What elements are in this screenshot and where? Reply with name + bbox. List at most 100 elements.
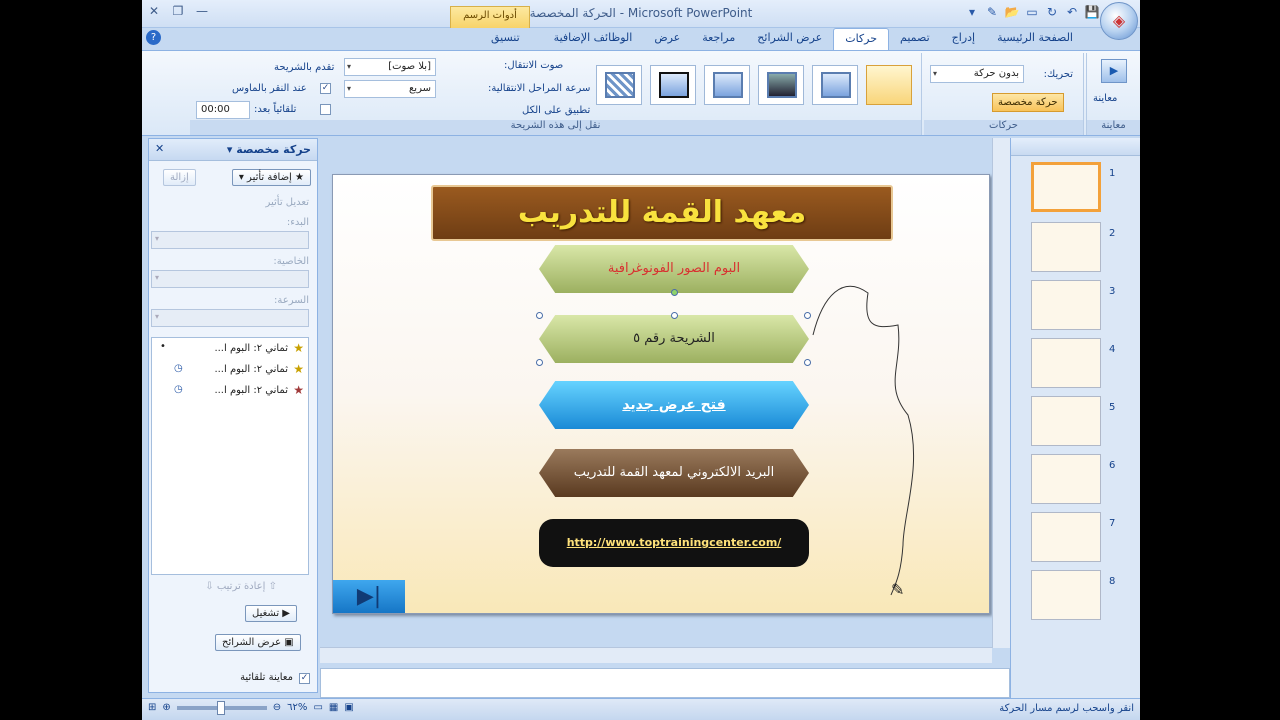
save-icon[interactable]: 💾 xyxy=(1084,5,1100,21)
slide-editor: معهد القمة للتدريب البوم الصور الفونوغرا… xyxy=(320,138,1010,663)
redo-icon[interactable]: ↻ xyxy=(1044,5,1060,21)
tab-animations[interactable]: حركات xyxy=(833,28,890,50)
email-button[interactable]: البريد الالكتروني لمعهد القمة للتدريب xyxy=(539,449,809,497)
undo-icon[interactable]: ↶ xyxy=(1064,5,1080,21)
transition-fade-thumb[interactable] xyxy=(812,65,858,105)
customize-qat-icon[interactable]: ▾ xyxy=(964,5,980,21)
animations-group-label: حركات xyxy=(924,120,1083,135)
apply-to-all-button[interactable]: تطبيق على الكل xyxy=(522,105,590,116)
slide-thumbnail[interactable] xyxy=(1031,338,1101,388)
transition-dissolve-thumb[interactable] xyxy=(596,65,642,105)
tab-addins[interactable]: الوظائف الإضافية xyxy=(543,28,644,50)
zoom-level[interactable]: ٦٢% xyxy=(287,702,307,713)
preview-icon[interactable]: ▶ xyxy=(1101,59,1127,83)
format-painter-icon[interactable]: ✎ xyxy=(984,5,1000,21)
transition-speed-combo[interactable]: سريع ▾ xyxy=(344,80,436,98)
reorder-label: إعادة ترتيب xyxy=(216,581,266,592)
horizontal-scrollbar[interactable] xyxy=(320,647,992,663)
remove-effect-button[interactable]: إزالة xyxy=(163,169,196,186)
open-icon[interactable]: 📂 xyxy=(1004,5,1020,21)
transition-fade-black-thumb[interactable] xyxy=(758,65,804,105)
slide-thumbnail[interactable] xyxy=(1031,396,1101,446)
new-icon[interactable]: ▭ xyxy=(1024,5,1040,21)
slideshow-view-icon[interactable]: ▭ xyxy=(313,702,322,713)
tab-insert[interactable]: إدراج xyxy=(941,28,986,50)
slide-five-button[interactable]: الشريحة رقم ٥ xyxy=(539,315,809,363)
animate-label: تحريك: xyxy=(1043,69,1073,80)
slideshow-label: عرض الشرائح xyxy=(222,637,282,648)
list-item[interactable]: ★ ثماني ٢: البوم ا... • xyxy=(152,338,308,359)
tab-format[interactable]: تنسيق xyxy=(480,28,531,50)
transition-group: صوت الانتقال: [بلا صوت] ▾ سرعة المراحل ال… xyxy=(190,53,922,135)
website-link[interactable]: http://www.toptrainingcenter.com/ xyxy=(539,519,809,567)
slide-number: 2 xyxy=(1109,228,1116,239)
list-item[interactable]: ★ ثماني ٢: البوم ا... ◷ xyxy=(152,359,308,380)
task-pane-header: حركة مخصصة ▾ ✕ xyxy=(149,139,317,161)
next-slide-button[interactable]: ▶| xyxy=(333,580,405,613)
remove-label: إزالة xyxy=(170,172,189,183)
tab-review[interactable]: مراجعة xyxy=(691,28,746,50)
transition-none-thumb[interactable] xyxy=(866,65,912,105)
transition-icon xyxy=(659,72,689,98)
custom-animation-pane: حركة مخصصة ▾ ✕ ★ إضافة تأثير ▾ إزالة تعد… xyxy=(148,138,318,693)
animate-combo[interactable]: بدون حركة ▾ xyxy=(930,65,1024,83)
transition-sound-combo[interactable]: [بلا صوت] ▾ xyxy=(344,58,436,76)
slide-number: 6 xyxy=(1109,460,1116,471)
resize-handle[interactable] xyxy=(671,312,678,319)
slide-thumbnail[interactable] xyxy=(1031,570,1101,620)
close-window-icon[interactable]: ✕ xyxy=(144,4,164,22)
slideshow-button[interactable]: ▣ عرض الشرائح xyxy=(215,634,301,651)
close-pane-icon[interactable]: ✕ xyxy=(155,142,164,155)
zoom-thumb[interactable] xyxy=(216,700,225,715)
fit-window-icon[interactable]: ⊞ xyxy=(148,702,156,713)
slide-thumbnail[interactable] xyxy=(1031,280,1101,330)
zoom-in-icon[interactable]: ⊕ xyxy=(162,702,170,713)
transition-icon xyxy=(605,72,635,98)
zoom-out-icon[interactable]: ⊖ xyxy=(273,702,281,713)
motion-path[interactable] xyxy=(803,285,953,605)
reorder-control[interactable]: ⇧ إعادة ترتيب ⇩ xyxy=(205,581,277,592)
drawing-tools-context-tab[interactable]: أدوات الرسم xyxy=(450,6,530,28)
slide-canvas[interactable]: معهد القمة للتدريب البوم الصور الفونوغرا… xyxy=(332,174,990,614)
autopreview-label: معاينة تلقائية xyxy=(240,672,293,683)
property-select[interactable]: ▾ xyxy=(151,270,309,288)
speed-select[interactable]: ▾ xyxy=(151,309,309,327)
bullet-icon: • xyxy=(160,341,166,352)
property-label: الخاصية: xyxy=(273,256,309,267)
photo-album-button[interactable]: البوم الصور الفونوغرافية xyxy=(539,245,809,293)
tab-view[interactable]: عرض xyxy=(643,28,691,50)
list-item[interactable]: ★ ثماني ٢: البوم ا... ◷ xyxy=(152,380,308,401)
slide-thumbnail[interactable] xyxy=(1031,222,1101,272)
custom-animation-button[interactable]: حركة مخصصة xyxy=(992,93,1064,112)
start-select[interactable]: ▾ xyxy=(151,231,309,249)
tab-design[interactable]: تصميم xyxy=(889,28,941,50)
minimize-window-icon[interactable]: — xyxy=(192,4,212,22)
auto-after-time[interactable]: 00:00 xyxy=(196,101,250,119)
vertical-scrollbar[interactable] xyxy=(992,138,1010,648)
sorter-view-icon[interactable]: ▦ xyxy=(329,702,338,713)
normal-view-icon[interactable]: ▣ xyxy=(344,702,353,713)
resize-handle[interactable] xyxy=(536,312,543,319)
zoom-slider[interactable] xyxy=(176,700,267,715)
slide-thumbnail[interactable] xyxy=(1031,162,1101,212)
resize-handle[interactable] xyxy=(536,359,543,366)
play-button[interactable]: ▶ تشغيل xyxy=(245,605,297,622)
slide-thumbnail[interactable] xyxy=(1031,512,1101,562)
slides-pane-tabs[interactable] xyxy=(1011,138,1140,156)
notes-pane[interactable] xyxy=(320,668,1010,698)
title-banner[interactable]: معهد القمة للتدريب xyxy=(431,185,893,241)
slide-thumbnail[interactable] xyxy=(1031,454,1101,504)
tab-home[interactable]: الصفحة الرئيسية xyxy=(986,28,1084,50)
autopreview-checkbox[interactable]: ✓ xyxy=(299,673,310,684)
transition-cut-black-thumb[interactable] xyxy=(650,65,696,105)
transition-cut-thumb[interactable] xyxy=(704,65,750,105)
rotate-handle[interactable] xyxy=(671,289,678,296)
open-new-show-button[interactable]: فتح عرض جديد xyxy=(539,381,809,429)
restore-window-icon[interactable]: ❐ xyxy=(168,4,188,22)
slides-pane: 1 2 3 4 5 6 7 8 xyxy=(1010,138,1140,698)
auto-after-checkbox[interactable] xyxy=(320,104,331,115)
preview-button[interactable]: معاينة xyxy=(1093,93,1117,104)
tab-slideshow[interactable]: عرض الشرائح xyxy=(746,28,833,50)
add-effect-button[interactable]: ★ إضافة تأثير ▾ xyxy=(231,169,311,186)
on-click-checkbox[interactable]: ✓ xyxy=(320,83,331,94)
